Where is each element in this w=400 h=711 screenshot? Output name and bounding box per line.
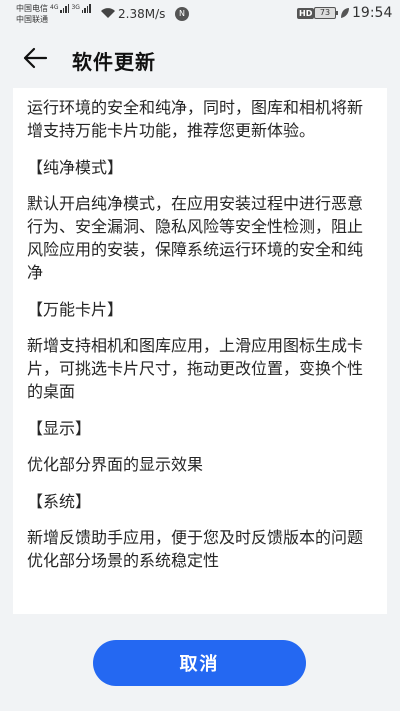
hd-badge: HD [297, 8, 315, 19]
section-title-system: 【系统】 [27, 492, 92, 511]
carrier-1: 中国电信 [16, 4, 48, 13]
section-title-display: 【显示】 [27, 419, 92, 438]
intro-cut-line [27, 88, 375, 96]
section-body-system-feedback: 新增反馈助手应用，便于您及时反馈版本的问题 [27, 528, 364, 547]
intro-text: 运行环境的安全和纯净，同时，图库和相机将新增支持万能卡片功能，推荐您更新体验。 [27, 98, 364, 140]
carrier-1-network: 4G [50, 4, 59, 11]
battery-icon: 73 [314, 7, 338, 19]
status-bar: 中国电信 中国联通 4G 3G 2.38M/s N HD 73 19:54 [0, 0, 400, 30]
network-speed: 2.38M/s [118, 7, 166, 21]
release-notes: 运行环境的安全和纯净，同时，图库和相机将新增支持万能卡片功能，推荐您更新体验。 … [27, 88, 375, 572]
clock: 19:54 [352, 5, 393, 21]
carrier-2-network: 3G [71, 4, 80, 11]
arrow-left-icon [23, 47, 48, 69]
eco-leaf-icon [341, 8, 349, 18]
section-title-pure-mode: 【纯净模式】 [27, 158, 124, 177]
nfc-icon: N [175, 7, 189, 21]
back-button[interactable] [22, 46, 54, 74]
release-notes-card[interactable]: 运行环境的安全和纯净，同时，图库和相机将新增支持万能卡片功能，推荐您更新体验。 … [13, 88, 387, 614]
app-header: 软件更新 [0, 38, 400, 82]
section-body-service-widget: 新增支持相机和图库应用，上滑应用图标生成卡片，可挑选卡片尺寸，拖动更改位置，变换… [27, 336, 364, 401]
battery-level: 73 [319, 8, 331, 17]
cancel-button[interactable]: 取消 [93, 640, 306, 686]
wifi-icon [101, 8, 115, 18]
section-body-system-stability: 优化部分场景的系统稳定性 [27, 551, 220, 570]
page-title: 软件更新 [72, 50, 156, 74]
section-body-pure-mode: 默认开启纯净模式，在应用安装过程中进行恶意行为、安全漏洞、隐私风险等安全性检测，… [27, 194, 364, 282]
carrier-2: 中国联通 [16, 15, 48, 24]
section-body-display: 优化部分界面的显示效果 [27, 455, 204, 474]
carrier-info: 中国电信 中国联通 [16, 3, 48, 25]
signal-icon: 4G 3G [50, 4, 91, 13]
section-title-service-widget: 【万能卡片】 [27, 300, 124, 319]
